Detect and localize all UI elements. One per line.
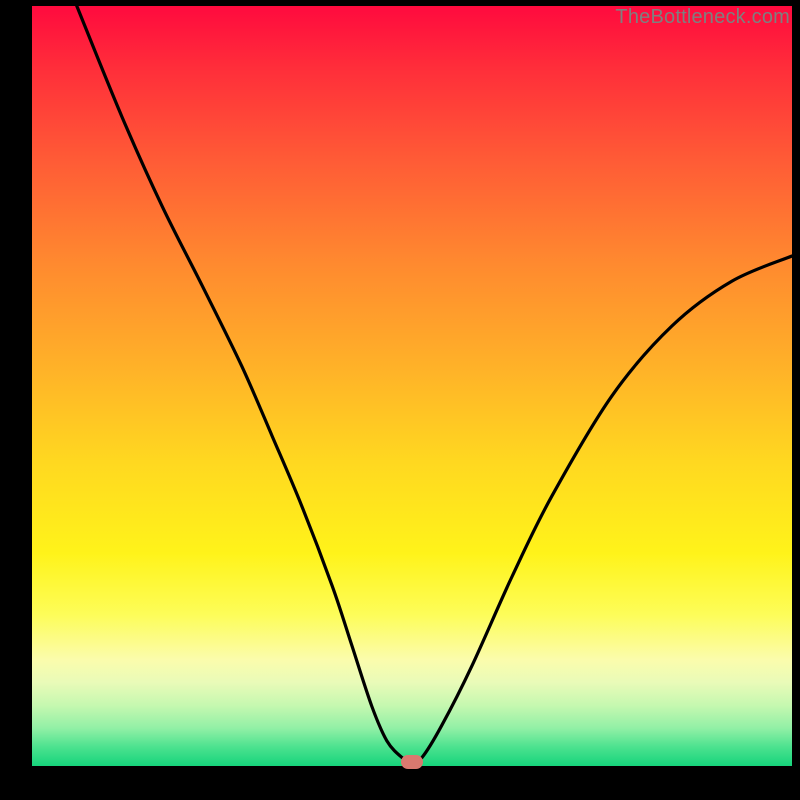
watermark-text: TheBottleneck.com [615, 6, 790, 29]
minimum-marker [401, 755, 423, 769]
plot-area [32, 6, 792, 766]
chart-stage: TheBottleneck.com [0, 0, 800, 800]
bottleneck-curve [77, 6, 792, 762]
curve-layer [32, 6, 792, 766]
